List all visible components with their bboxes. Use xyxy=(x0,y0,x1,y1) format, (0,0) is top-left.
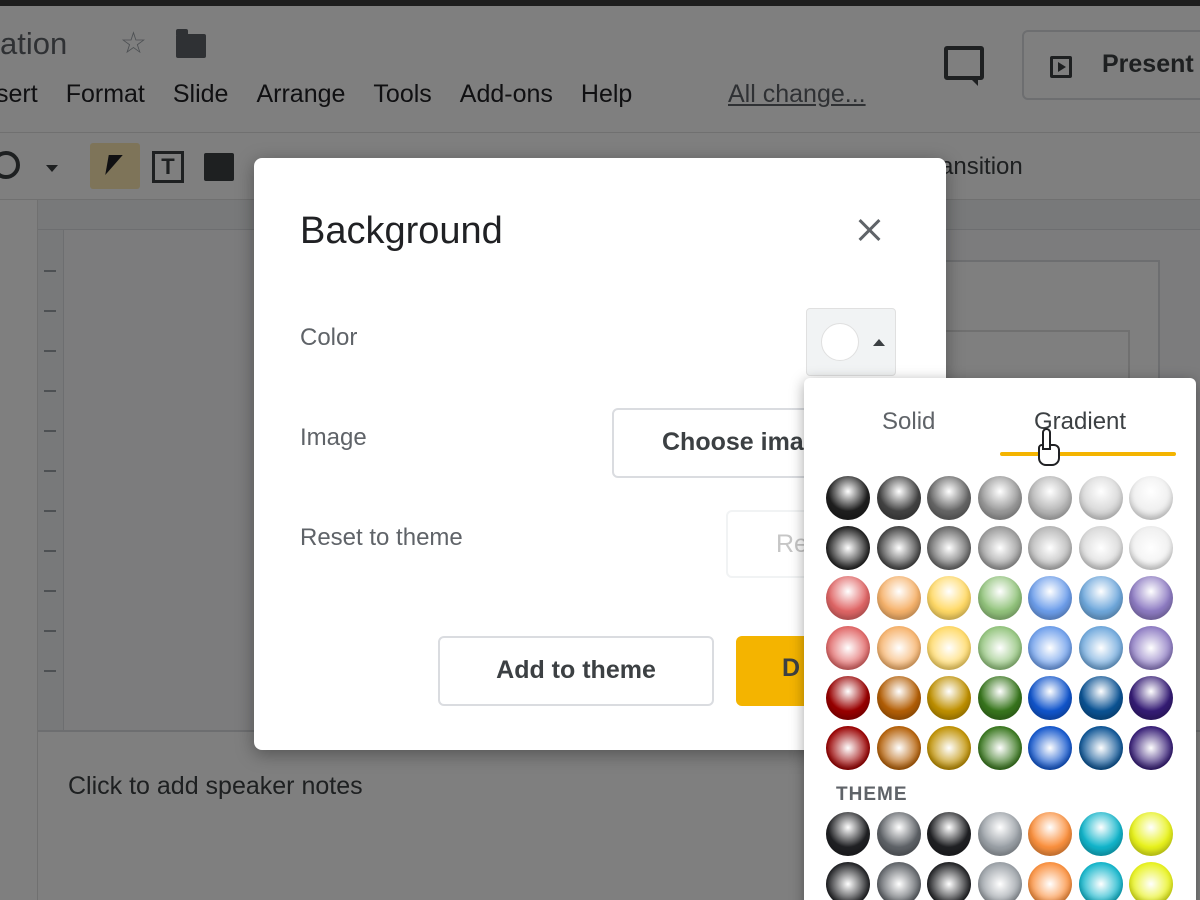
gradient-swatch[interactable] xyxy=(1028,726,1072,770)
reset-label: Reset to theme xyxy=(300,524,463,551)
gradient-swatch[interactable] xyxy=(1078,526,1123,570)
gradient-swatch[interactable] xyxy=(826,476,870,520)
choose-image-label: Choose ima xyxy=(662,428,804,456)
image-label: Image xyxy=(300,424,367,451)
gradient-swatch[interactable] xyxy=(826,626,870,670)
gradient-swatch[interactable] xyxy=(1028,812,1072,856)
gradient-swatch[interactable] xyxy=(927,476,971,520)
gradient-swatch[interactable] xyxy=(876,476,921,520)
add-to-theme-button[interactable]: Add to theme xyxy=(438,636,714,706)
dialog-title: Background xyxy=(300,210,503,252)
color-picker-popup: Solid Gradient THEME xyxy=(804,378,1196,900)
gradient-swatch[interactable] xyxy=(826,812,870,856)
gradient-swatch[interactable] xyxy=(1129,726,1173,770)
gradient-swatch[interactable] xyxy=(927,676,971,720)
gradient-swatch[interactable] xyxy=(826,676,870,720)
gradient-swatch[interactable] xyxy=(1129,812,1173,856)
gradient-swatch[interactable] xyxy=(1129,576,1173,620)
gradient-swatch[interactable] xyxy=(977,476,1022,520)
gradient-swatch[interactable] xyxy=(876,862,921,900)
gradient-swatch[interactable] xyxy=(876,812,921,856)
gradient-swatch[interactable] xyxy=(876,576,921,620)
gradient-swatch[interactable] xyxy=(1078,576,1123,620)
gradient-swatch[interactable] xyxy=(1129,526,1173,570)
gradient-swatch[interactable] xyxy=(927,526,971,570)
gradient-swatch[interactable] xyxy=(927,626,971,670)
color-picker-button[interactable] xyxy=(806,308,896,376)
gradient-swatch-grid xyxy=(826,476,1180,770)
gradient-swatch[interactable] xyxy=(1129,476,1173,520)
gradient-swatch[interactable] xyxy=(876,626,921,670)
gradient-swatch[interactable] xyxy=(1078,626,1123,670)
color-label: Color xyxy=(300,324,358,351)
gradient-swatch[interactable] xyxy=(1028,626,1072,670)
gradient-swatch[interactable] xyxy=(1078,676,1123,720)
gradient-swatch[interactable] xyxy=(927,812,971,856)
gradient-swatch[interactable] xyxy=(1129,862,1173,900)
gradient-swatch[interactable] xyxy=(876,526,921,570)
theme-section-label: THEME xyxy=(836,784,908,805)
gradient-swatch[interactable] xyxy=(876,676,921,720)
gradient-swatch[interactable] xyxy=(1078,726,1123,770)
gradient-swatch[interactable] xyxy=(876,726,921,770)
gradient-swatch[interactable] xyxy=(826,526,870,570)
gradient-swatch[interactable] xyxy=(1028,526,1072,570)
gradient-swatch[interactable] xyxy=(1028,862,1072,900)
current-color-swatch xyxy=(821,323,859,361)
gradient-swatch[interactable] xyxy=(1129,626,1173,670)
gradient-swatch[interactable] xyxy=(977,576,1022,620)
caret-up-icon xyxy=(873,339,885,346)
gradient-swatch[interactable] xyxy=(927,576,971,620)
gradient-swatch[interactable] xyxy=(927,862,971,900)
close-icon[interactable] xyxy=(854,214,886,246)
theme-swatch-grid xyxy=(826,812,1180,900)
gradient-swatch[interactable] xyxy=(977,812,1022,856)
done-button-label: D xyxy=(782,654,801,682)
tab-solid[interactable]: Solid xyxy=(882,408,935,436)
gradient-swatch[interactable] xyxy=(1078,812,1123,856)
gradient-swatch[interactable] xyxy=(977,626,1022,670)
gradient-swatch[interactable] xyxy=(977,862,1022,900)
gradient-swatch[interactable] xyxy=(826,576,870,620)
gradient-swatch[interactable] xyxy=(826,862,870,900)
gradient-swatch[interactable] xyxy=(1028,576,1072,620)
gradient-swatch[interactable] xyxy=(1028,676,1072,720)
gradient-swatch[interactable] xyxy=(826,726,870,770)
gradient-swatch[interactable] xyxy=(977,526,1022,570)
hand-cursor-icon xyxy=(1036,428,1060,468)
gradient-swatch[interactable] xyxy=(977,676,1022,720)
gradient-swatch[interactable] xyxy=(1078,476,1123,520)
gradient-swatch[interactable] xyxy=(927,726,971,770)
gradient-swatch[interactable] xyxy=(1028,476,1072,520)
gradient-swatch[interactable] xyxy=(977,726,1022,770)
active-tab-indicator xyxy=(1000,452,1176,456)
gradient-swatch[interactable] xyxy=(1078,862,1123,900)
gradient-swatch[interactable] xyxy=(1129,676,1173,720)
